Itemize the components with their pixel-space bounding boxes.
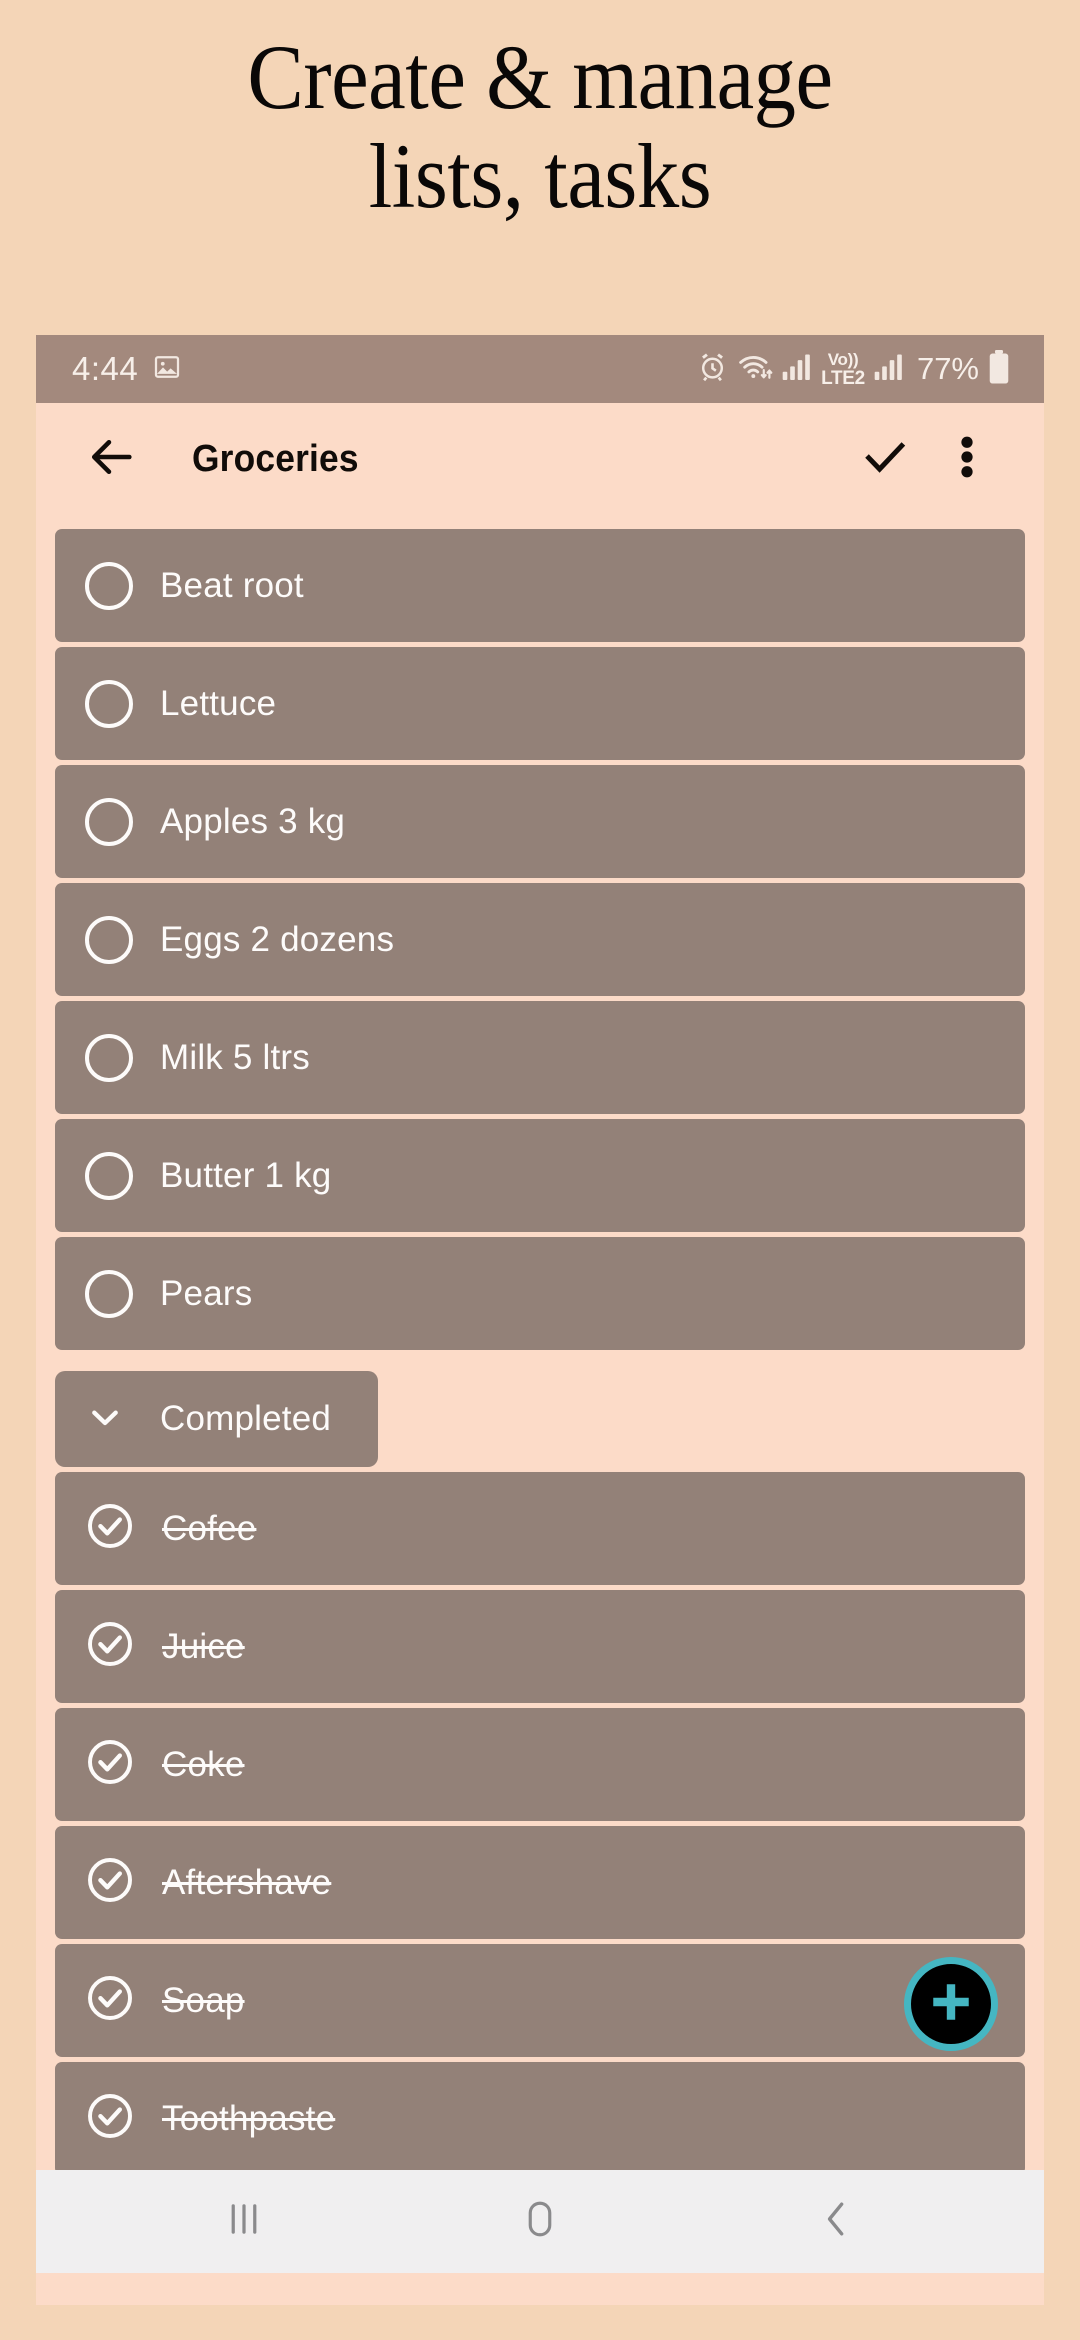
status-clock: 4:44 [72, 350, 139, 387]
back-button[interactable] [86, 431, 146, 488]
task-label: Soap [162, 1980, 245, 2020]
image-icon [152, 352, 182, 387]
check-icon [860, 432, 910, 487]
completed-section-toggle[interactable]: Completed [55, 1371, 378, 1467]
nav-back-icon [819, 2198, 853, 2245]
task-list[interactable]: Beat root Lettuce Apples 3 kg Eggs 2 doz… [36, 515, 1044, 2170]
task-label: Coke [162, 1744, 245, 1784]
recents-icon [227, 2199, 261, 2244]
signal-bars-icon-secondary [874, 353, 904, 386]
task-row[interactable]: Coke [55, 1708, 1025, 1821]
checkbox-unchecked-icon[interactable] [85, 915, 133, 964]
volte-lte-indicator: Vo)) LTE2 [821, 351, 865, 388]
task-row[interactable]: Lettuce [55, 647, 1025, 760]
task-label: Juice [162, 1626, 245, 1666]
task-label: Eggs 2 dozens [160, 919, 395, 959]
checkbox-checked-icon[interactable] [85, 1973, 135, 2028]
task-row[interactable]: Aftershave [55, 1826, 1025, 1939]
volte-label: Vo)) [827, 349, 859, 369]
task-label: Pears [160, 1273, 253, 1313]
battery-icon [988, 349, 1010, 389]
lte-label: LTE2 [821, 367, 865, 389]
phone-screen: 4:44 Vo)) LTE2 77% Groceries Beat root L… [36, 335, 1044, 2305]
page-title: Groceries [192, 437, 359, 480]
checkbox-unchecked-icon[interactable] [85, 561, 133, 610]
task-label: Lettuce [160, 683, 277, 723]
task-label: Cofee [162, 1508, 257, 1548]
confirm-button[interactable] [844, 432, 926, 487]
completed-section-label: Completed [160, 1399, 332, 1438]
promo-heading-line-1: Create & manage [247, 26, 833, 128]
overflow-menu-button[interactable] [926, 431, 1008, 488]
status-bar: 4:44 Vo)) LTE2 77% [36, 335, 1044, 403]
checkbox-checked-icon[interactable] [85, 1855, 135, 1910]
checkbox-unchecked-icon[interactable] [85, 1033, 133, 1082]
checkbox-unchecked-icon[interactable] [85, 1151, 133, 1200]
checkbox-checked-icon[interactable] [85, 2091, 135, 2146]
task-row[interactable]: Milk 5 ltrs [55, 1001, 1025, 1114]
task-label: Apples 3 kg [160, 801, 346, 841]
checkbox-unchecked-icon[interactable] [85, 1269, 133, 1318]
task-row[interactable]: Beat root [55, 529, 1025, 642]
task-row[interactable]: Eggs 2 dozens [55, 883, 1025, 996]
home-button[interactable] [450, 2170, 630, 2273]
alarm-icon [697, 351, 728, 387]
checkbox-checked-icon[interactable] [85, 1737, 135, 1792]
plus-icon [923, 1974, 979, 2035]
task-label: Toothpaste [162, 2098, 336, 2138]
task-label: Beat root [160, 565, 304, 605]
arrow-back-icon [86, 431, 138, 488]
task-label: Butter 1 kg [160, 1155, 332, 1195]
promo-heading: Create & manage lists, tasks [43, 0, 1037, 335]
signal-bars-icon [782, 353, 812, 386]
add-task-fab[interactable] [904, 1957, 998, 2051]
status-bar-right: Vo)) LTE2 77% [697, 349, 1010, 389]
task-row[interactable]: Soap [55, 1944, 1025, 2057]
task-row[interactable]: Toothpaste [55, 2062, 1025, 2170]
task-row[interactable]: Pears [55, 1237, 1025, 1350]
promo-heading-line-2: lists, tasks [368, 125, 712, 228]
checkbox-checked-icon[interactable] [85, 1619, 135, 1674]
task-row[interactable]: Juice [55, 1590, 1025, 1703]
app-bar: Groceries [36, 403, 1044, 515]
task-row[interactable]: Cofee [55, 1472, 1025, 1585]
wifi-icon [737, 351, 773, 387]
status-bar-left: 4:44 [72, 350, 182, 388]
task-label: Milk 5 ltrs [160, 1037, 310, 1077]
chevron-down-icon [85, 1397, 125, 1442]
checkbox-unchecked-icon[interactable] [85, 797, 133, 846]
more-vertical-icon [958, 431, 976, 488]
nav-back-button[interactable] [746, 2170, 926, 2273]
android-nav-bar [36, 2170, 1044, 2273]
recents-button[interactable] [154, 2170, 334, 2273]
task-row[interactable]: Apples 3 kg [55, 765, 1025, 878]
task-label: Aftershave [162, 1862, 332, 1902]
battery-percent-label: 77% [916, 351, 979, 386]
task-row[interactable]: Butter 1 kg [55, 1119, 1025, 1232]
checkbox-checked-icon[interactable] [85, 1501, 135, 1556]
home-icon [522, 2198, 558, 2245]
checkbox-unchecked-icon[interactable] [85, 679, 133, 728]
